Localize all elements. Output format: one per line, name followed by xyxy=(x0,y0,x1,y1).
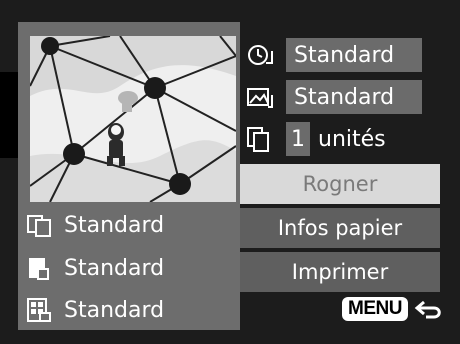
menu-button-label: MENU xyxy=(342,297,408,321)
return-arrow-icon xyxy=(414,300,441,319)
paper-type-row: Standard xyxy=(26,249,236,287)
copies-count[interactable]: 1 xyxy=(286,122,310,156)
layout-row: Standard xyxy=(26,291,236,329)
file-no-setting[interactable]: Standard xyxy=(246,78,446,116)
crop-button[interactable]: Rogner xyxy=(240,164,440,204)
paper-size-row: Standard xyxy=(26,206,236,244)
paper-size-icon xyxy=(27,215,51,237)
image-preview xyxy=(30,36,236,202)
paper-size-value: Standard xyxy=(64,212,165,238)
copies-icon xyxy=(247,127,269,152)
copies-setting[interactable]: 1 unités xyxy=(246,120,446,158)
layout-value: Standard xyxy=(64,297,165,323)
side-tab xyxy=(0,72,18,158)
clock-icon xyxy=(248,45,273,65)
print-screen: Standard Standard Standard Standard Stan… xyxy=(0,0,460,344)
date-value[interactable]: Standard xyxy=(286,38,422,72)
layout-icon xyxy=(27,298,51,322)
print-button[interactable]: Imprimer xyxy=(240,252,440,292)
image-icon xyxy=(247,88,273,108)
copies-unit: unités xyxy=(318,126,386,152)
paper-type-value: Standard xyxy=(64,255,165,281)
paper-type-icon xyxy=(29,258,49,280)
paper-info-button[interactable]: Infos papier xyxy=(240,208,440,248)
menu-back-hint[interactable]: MENU xyxy=(342,296,444,322)
file-no-value[interactable]: Standard xyxy=(286,80,422,114)
date-setting[interactable]: Standard xyxy=(246,36,446,74)
